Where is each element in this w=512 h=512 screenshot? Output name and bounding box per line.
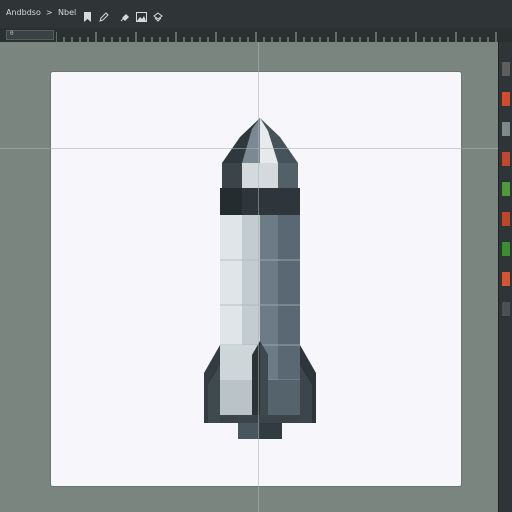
swatches-panel [498, 42, 512, 512]
color-swatch[interactable] [502, 152, 510, 166]
coordinate-field[interactable]: 0 [6, 30, 54, 40]
color-swatch[interactable] [502, 122, 510, 136]
breadcrumb-item[interactable]: Andbdso [6, 8, 41, 17]
color-swatch[interactable] [502, 302, 510, 316]
color-swatch[interactable] [502, 182, 510, 196]
color-swatch[interactable] [502, 272, 510, 286]
horizontal-ruler[interactable] [56, 30, 498, 42]
fill-icon[interactable] [119, 11, 130, 22]
pen-icon[interactable] [98, 11, 109, 22]
coordinate-x: 0 [10, 30, 14, 37]
top-toolbar: Andbdso > Nbel [0, 0, 512, 29]
color-swatch[interactable] [502, 242, 510, 256]
color-swatch[interactable] [502, 62, 510, 76]
color-swatch[interactable] [502, 92, 510, 106]
image-icon[interactable] [136, 11, 147, 22]
breadcrumb[interactable]: Andbdso > [6, 8, 58, 17]
mode-label[interactable]: Nbel [58, 8, 76, 17]
rocket-illustration[interactable] [200, 115, 320, 445]
vertical-guide[interactable] [258, 42, 259, 512]
layers-icon[interactable] [152, 11, 163, 22]
bookmark-icon[interactable] [82, 11, 93, 22]
horizontal-guide[interactable] [0, 148, 500, 149]
breadcrumb-separator: > [45, 8, 53, 17]
color-swatch[interactable] [502, 212, 510, 226]
